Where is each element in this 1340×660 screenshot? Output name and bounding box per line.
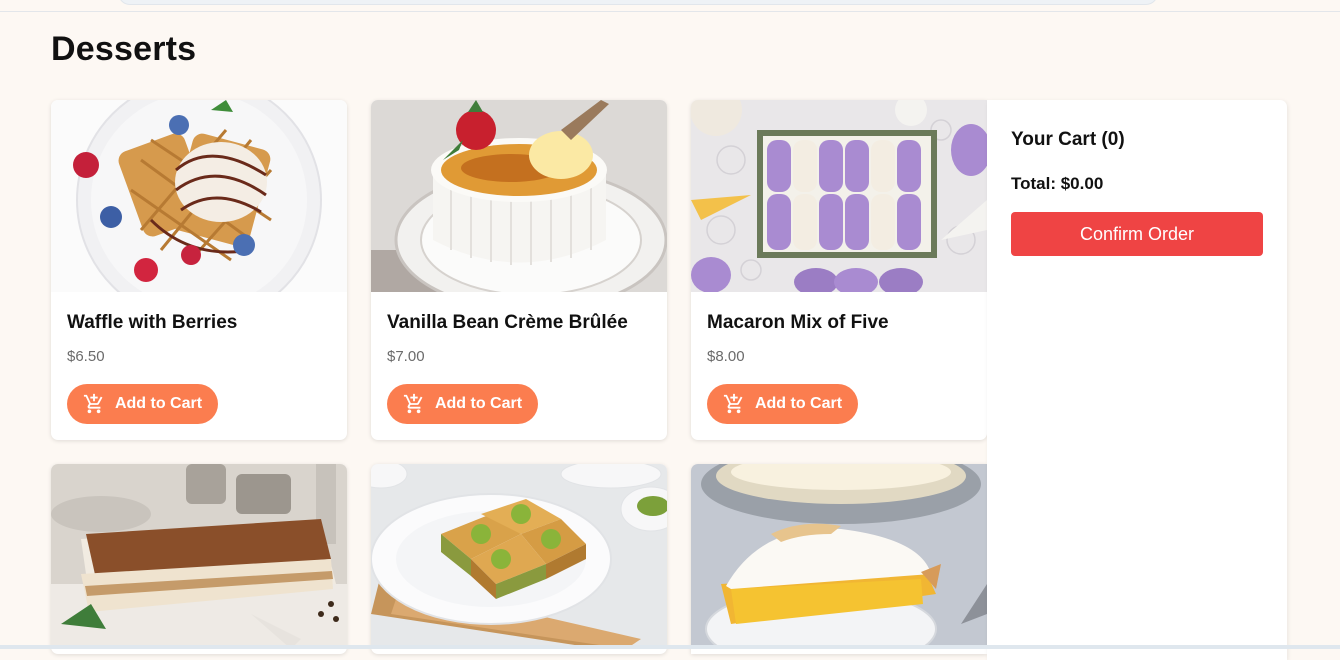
add-shopping-cart-icon bbox=[83, 393, 103, 414]
add-shopping-cart-icon bbox=[723, 393, 743, 414]
product-card-waffle: Waffle with Berries $6.50 Add to Cart bbox=[51, 100, 347, 440]
product-image-creme-brulee bbox=[371, 100, 667, 292]
cart-total: Total: $0.00 bbox=[1011, 174, 1104, 193]
product-name: Macaron Mix of Five bbox=[707, 312, 889, 333]
product-card-macarons: Macaron Mix of Five $8.00 Add to Cart bbox=[691, 100, 987, 440]
top-bar bbox=[0, 0, 1340, 12]
add-to-cart-label: Add to Cart bbox=[114, 395, 203, 412]
product-card-tiramisu bbox=[51, 464, 347, 654]
add-to-cart-button[interactable]: Add to Cart bbox=[67, 384, 218, 424]
search-strip[interactable] bbox=[118, 0, 1158, 5]
product-image-tiramisu bbox=[51, 464, 347, 649]
product-card-creme-brulee: Vanilla Bean Crème Brûlée $7.00 Add to C… bbox=[371, 100, 667, 440]
product-price: $7.00 bbox=[387, 348, 425, 365]
product-image-waffle bbox=[51, 100, 347, 292]
bottom-divider bbox=[0, 645, 1340, 649]
cart-panel: Your Cart (0) Total: $0.00 Confirm Order bbox=[987, 100, 1287, 660]
add-to-cart-label: Add to Cart bbox=[754, 395, 843, 412]
product-name: Vanilla Bean Crème Brûlée bbox=[387, 312, 628, 333]
product-image-macarons bbox=[691, 100, 987, 292]
product-card-lemon-meringue-pie bbox=[691, 464, 987, 654]
product-name: Waffle with Berries bbox=[67, 312, 238, 333]
product-image-lemon-meringue-pie bbox=[691, 464, 987, 649]
product-image-baklava bbox=[371, 464, 667, 649]
page-title: Desserts bbox=[51, 30, 197, 68]
product-price: $8.00 bbox=[707, 348, 745, 365]
add-to-cart-button[interactable]: Add to Cart bbox=[707, 384, 858, 424]
cart-title: Your Cart (0) bbox=[1011, 129, 1125, 150]
product-price: $6.50 bbox=[67, 348, 105, 365]
add-to-cart-label: Add to Cart bbox=[434, 395, 523, 412]
confirm-order-button[interactable]: Confirm Order bbox=[1011, 212, 1263, 256]
add-shopping-cart-icon bbox=[403, 393, 423, 414]
add-to-cart-button[interactable]: Add to Cart bbox=[387, 384, 538, 424]
product-card-baklava bbox=[371, 464, 667, 654]
